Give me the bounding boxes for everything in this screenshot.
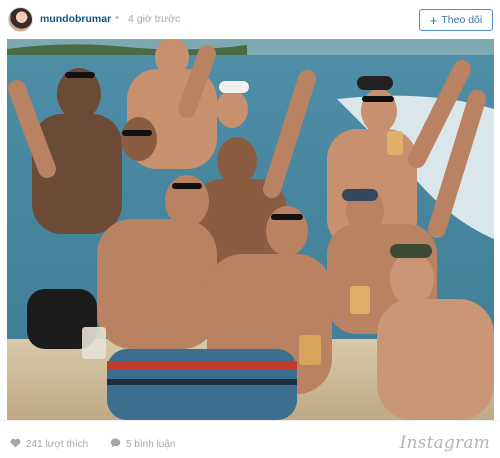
header-separator: •	[115, 12, 119, 24]
username-link[interactable]: mundobrumar	[40, 13, 111, 25]
follow-label: Theo dõi	[441, 14, 483, 26]
likes-label: 241 lượt thích	[26, 439, 89, 450]
post-footer: 241 lượt thích 5 bình luận Instagram	[0, 420, 500, 458]
post-photo[interactable]	[7, 39, 494, 420]
comment-bubble-icon	[110, 438, 121, 451]
instagram-logo[interactable]: Instagram	[400, 433, 490, 453]
post-time[interactable]: 4 giờ trước	[128, 13, 180, 25]
heart-icon	[10, 438, 21, 451]
follow-button[interactable]: + Theo dõi	[419, 9, 493, 31]
avatar[interactable]	[8, 7, 33, 32]
comments-counter[interactable]: 5 bình luận	[110, 438, 176, 451]
photo-illustration	[7, 39, 494, 420]
likes-counter[interactable]: 241 lượt thích	[10, 438, 88, 451]
post-header: mundobrumar • 4 giờ trước + Theo dõi	[0, 0, 500, 38]
comments-label: 5 bình luận	[126, 439, 176, 450]
plus-icon: +	[429, 12, 438, 28]
